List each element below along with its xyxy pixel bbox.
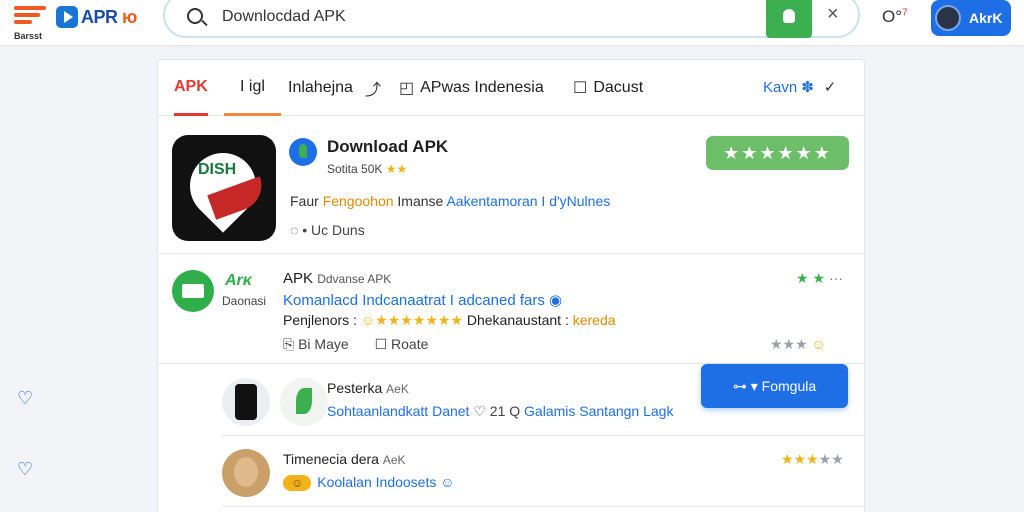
row-brand: Arκ — [225, 272, 252, 289]
bookmark-icon[interactable]: ⎘ Bi Maye — [283, 336, 349, 352]
square-icon: ☐ — [573, 80, 588, 97]
tab-apwas-indenesia[interactable]: ◰ APwas Indenesia — [399, 60, 544, 116]
leaf-thumbnail — [280, 378, 328, 426]
list-item[interactable]: Arκ Daonasi APK Ddvanse APK Komanlacd In… — [158, 256, 864, 364]
row-brand-sub: Daonasi — [222, 294, 267, 308]
more-icon[interactable]: ··· — [829, 270, 843, 286]
row-rating-stars: ★ ★ ··· — [796, 270, 843, 286]
share-icon: ⤴ — [364, 82, 381, 99]
tab-apk[interactable]: APK — [174, 60, 208, 116]
link-icon: ⊶ ▾ — [732, 377, 762, 394]
row-link[interactable]: Komanlacd Indcanaatrat I adcaned fars ◉ — [283, 291, 562, 309]
account-button[interactable]: AkrK — [931, 0, 1011, 36]
top-bar: Barsst APR ю × O°7 AkrK — [0, 0, 1024, 46]
app-meta: ◌ • Uc Duns — [290, 222, 365, 238]
app-icon[interactable]: DISH — [172, 135, 276, 241]
app-subtitle: Sotita 50K ★★ — [327, 162, 408, 176]
heart-icon[interactable]: ♡ — [17, 388, 33, 409]
app-icon-text: DISH — [198, 161, 237, 178]
comment-icon: ◌ — [290, 222, 299, 238]
tab-bar: APK I igl Inlahejna ⤴ ◰ APwas Indenesia ☐ D… — [158, 60, 864, 116]
play-icon — [56, 6, 78, 28]
site-logo[interactable]: APR ю — [56, 6, 137, 28]
search-input[interactable] — [222, 6, 742, 28]
main-card: APK I igl Inlahejna ⤴ ◰ APwas Indenesia ☐ D… — [157, 59, 865, 512]
row-subtitle: Sohtaanlandkatt Danet ♡ 21 Q Galamis San… — [327, 403, 674, 419]
app-title: Download APK — [327, 137, 449, 156]
search-bar: × — [163, 0, 860, 38]
voice-search-button[interactable] — [766, 0, 812, 38]
notifications-button[interactable]: O°7 — [882, 7, 908, 27]
row-details: Penjlenors : ☺★★★★★★★ Dhekanaustant : ke… — [283, 312, 616, 328]
row-title: Pesterka AeK — [327, 380, 409, 396]
camera-icon: ◰ — [399, 80, 415, 97]
avatar — [935, 5, 961, 31]
row-subtitle: ☺ Koolalan Indoosets ☺ — [283, 474, 455, 491]
app-header: DISH Download APK Sotita 50K ★★ Faur Fen… — [158, 124, 864, 254]
square-icon[interactable]: ☐ Roate — [375, 336, 429, 352]
tab-igl[interactable]: I igl — [224, 60, 281, 116]
account-label: AkrK — [969, 10, 1003, 26]
emoji-chip: ☺ — [283, 475, 312, 491]
phone-thumbnail — [222, 378, 270, 426]
verified-badge-icon — [289, 138, 317, 166]
logo-text: APR ю — [81, 6, 137, 27]
avatar — [222, 449, 270, 497]
brand-logo-icon — [172, 270, 214, 312]
rating-button[interactable]: ★★★★★★ — [706, 136, 849, 170]
tab-more-dropdown[interactable]: Kavn ✽ ✓ — [763, 78, 836, 96]
tab-dacust[interactable]: ☐ Dacust — [573, 60, 643, 116]
row-title: Timenecia dera AeK — [283, 451, 406, 467]
row-rating-stars: ★★★★★ — [781, 451, 844, 467]
heart-icon[interactable]: ♡ — [17, 459, 33, 480]
row-rating-stars-secondary: ★★★ ☺ — [770, 336, 826, 352]
follow-button[interactable]: ⊶ ▾ Fomgula — [701, 364, 848, 408]
search-icon — [187, 8, 203, 24]
tab-inlahejna[interactable]: Inlahejna ⤴ — [288, 60, 387, 116]
gear-icon: ✽ — [801, 79, 814, 96]
brand-sub-label: Barsst — [14, 31, 43, 41]
menu-logo-icon[interactable] — [14, 6, 46, 30]
list-item[interactable]: Timenecia dera AeK ☺ Koolalan Indoosets ☺… — [222, 437, 864, 507]
clear-search-button[interactable]: × — [827, 3, 839, 26]
chevron-down-icon: ✓ — [823, 79, 837, 96]
mic-icon — [783, 9, 795, 23]
row-meta: ⎘ Bi Maye ☐ Roate — [283, 336, 428, 353]
row-title: APK Ddvanse APK — [283, 270, 392, 287]
app-description: Faur Fengoohon Imanse Aakentamoran I d'y… — [290, 193, 611, 209]
